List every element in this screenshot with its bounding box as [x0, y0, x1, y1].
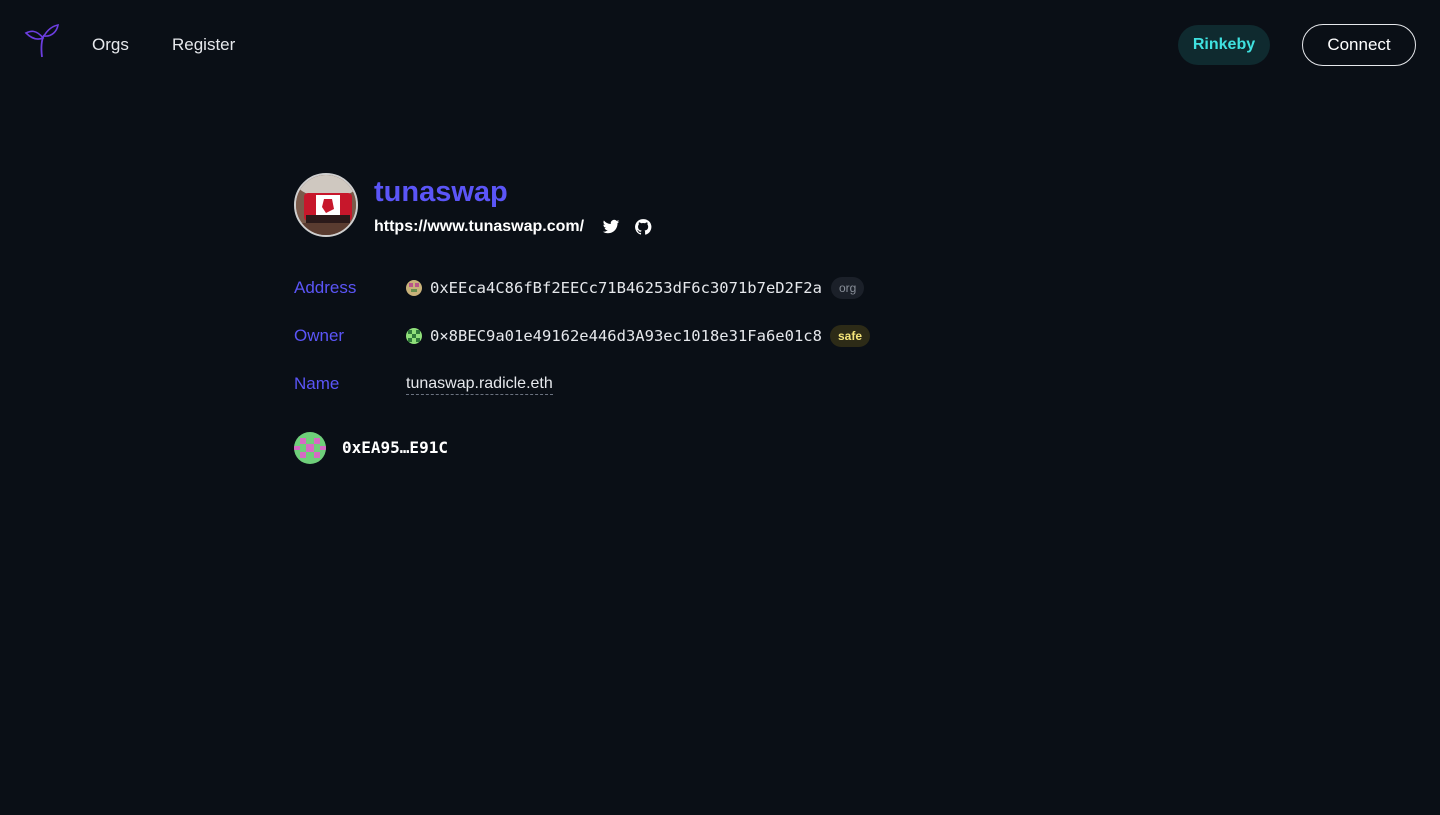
- org-avatar: [294, 173, 358, 237]
- safe-badge: safe: [830, 325, 871, 347]
- top-navigation: Orgs Register Rinkeby Connect: [0, 0, 1440, 90]
- owner-label: Owner: [294, 326, 345, 345]
- twitter-icon[interactable]: [602, 218, 620, 236]
- member-address[interactable]: 0xEA95…E91C: [342, 438, 448, 458]
- radicle-logo-icon[interactable]: [24, 23, 60, 59]
- owner-identicon: [406, 328, 422, 344]
- address-label: Address: [294, 278, 357, 297]
- member-avatar: [294, 432, 326, 464]
- address-identicon: [406, 280, 422, 296]
- org-badge: org: [831, 277, 865, 299]
- org-title: tunaswap: [374, 176, 508, 208]
- nav-register-link[interactable]: Register: [172, 34, 235, 56]
- org-website-link[interactable]: https://www.tunaswap.com/: [374, 217, 584, 237]
- github-icon[interactable]: [634, 218, 652, 236]
- org-address-value[interactable]: 0xEEca4C86fBf2EECc71B46253dF6c3071b7eD2F…: [430, 278, 822, 298]
- nav-orgs-link[interactable]: Orgs: [92, 34, 129, 56]
- name-label: Name: [294, 374, 340, 393]
- org-owner-value[interactable]: 0×8BEC9a01e49162e446d3A93ec1018e31Fa6e01…: [430, 326, 822, 346]
- network-selector[interactable]: Rinkeby: [1178, 25, 1270, 65]
- connect-wallet-button[interactable]: Connect: [1302, 24, 1416, 66]
- ens-name-value[interactable]: tunaswap.radicle.eth: [406, 374, 553, 395]
